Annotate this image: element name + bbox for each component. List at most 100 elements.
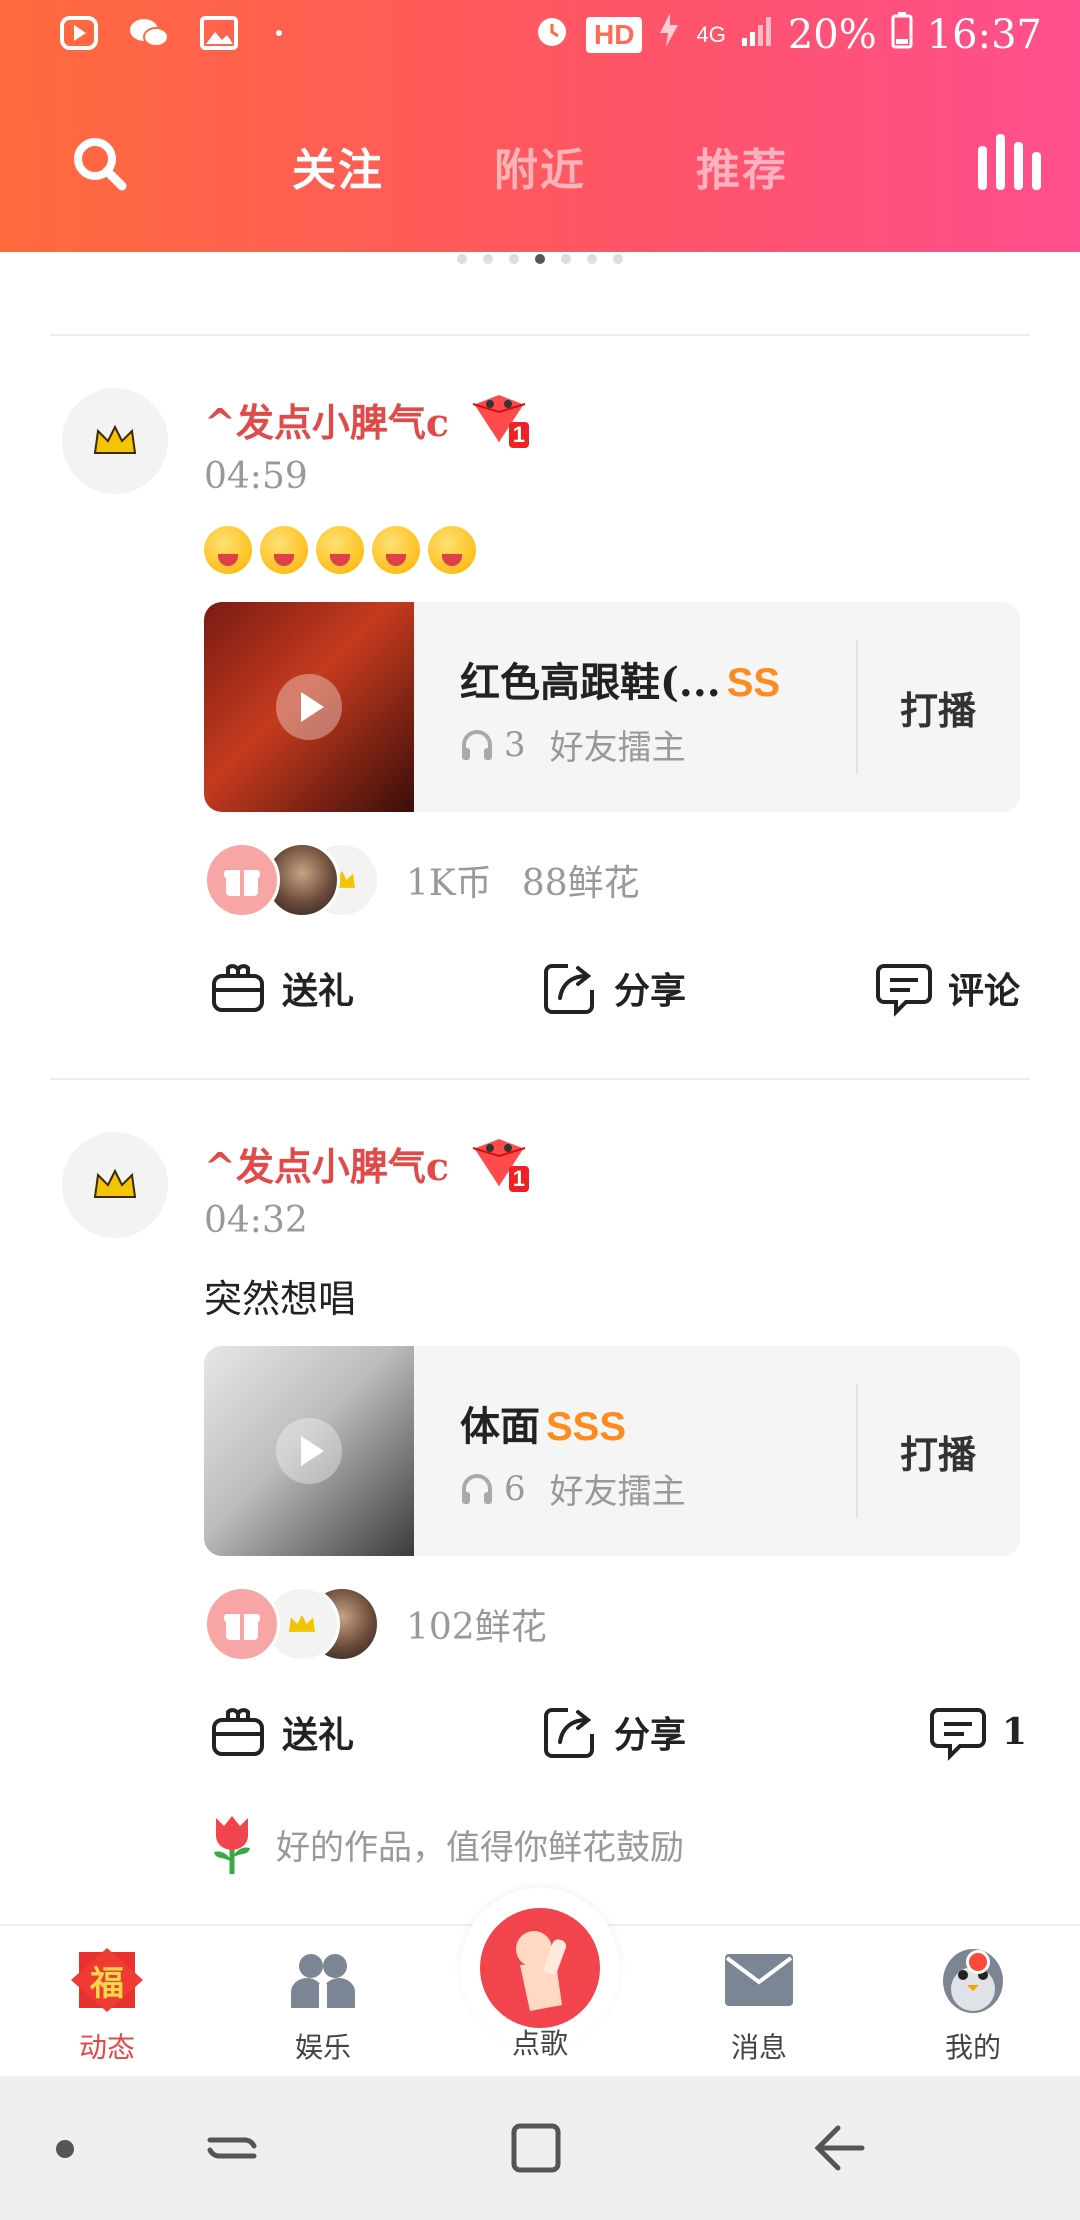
song-name: 红色高跟鞋(... xyxy=(460,659,721,706)
avatar[interactable] xyxy=(62,1132,168,1238)
username[interactable]: ^发点小脾气c xyxy=(204,1136,449,1191)
tab-recommended[interactable]: 推荐 xyxy=(696,134,788,198)
song-rank: SS xyxy=(726,661,781,705)
post-header: ^发点小脾气c 1 xyxy=(204,1134,533,1192)
song-meta: 3 好友擂主 xyxy=(460,720,686,769)
challenge-button[interactable]: 打播 xyxy=(900,1424,976,1479)
comment-button[interactable]: 评论 xyxy=(874,958,1020,1018)
page-dot xyxy=(483,254,493,264)
tab-feed[interactable]: 福 动态 xyxy=(32,1944,182,2066)
home-button[interactable] xyxy=(508,2120,564,2180)
comment-button[interactable]: 1 xyxy=(928,1702,1027,1762)
song-name: 体面 xyxy=(460,1403,540,1450)
search-icon[interactable] xyxy=(70,134,130,194)
level-number: 1 xyxy=(508,422,529,448)
recent-apps-button[interactable] xyxy=(204,2120,260,2180)
song-card[interactable]: 体面 SSS 6 好友擂主 打播 xyxy=(204,1346,1020,1556)
post-emoji-text xyxy=(204,526,476,574)
ranking-bars-icon[interactable] xyxy=(976,132,1044,192)
song-cover[interactable] xyxy=(204,602,414,812)
song-cover[interactable] xyxy=(204,1346,414,1556)
avatar[interactable] xyxy=(62,388,168,494)
hint-text: 好的作品，值得你鲜花鼓励 xyxy=(276,1827,684,1868)
top-nav: 关注 附近 推荐 xyxy=(0,110,1080,210)
status-indicators: HD 4G 20% 16:37 xyxy=(532,10,1042,60)
gift-avatars xyxy=(204,1586,384,1662)
tab-messages[interactable]: 消息 xyxy=(684,1944,834,2066)
fu-icon: 福 xyxy=(71,1944,143,2016)
app-header: HD 4G 20% 16:37 关注 附近 推荐 xyxy=(0,0,1080,252)
gift-avatars xyxy=(204,842,384,918)
wechat-icon xyxy=(128,14,170,52)
host-label: 好友擂主 xyxy=(549,728,686,768)
share-button[interactable]: 分享 xyxy=(540,1702,686,1762)
notification-icons xyxy=(58,14,282,52)
page-dot xyxy=(587,254,597,264)
mail-icon xyxy=(723,1944,795,2016)
share-icon xyxy=(544,964,594,1014)
notification-dot xyxy=(966,1950,990,1974)
gift-stats: 102鲜花 xyxy=(406,1598,547,1650)
hd-badge: HD xyxy=(586,17,643,53)
banner-page-indicator xyxy=(0,252,1080,270)
gift-summary[interactable]: 1K币 88鲜花 xyxy=(204,842,640,918)
crazy-face-emoji xyxy=(428,526,476,574)
post-actions: 送礼 分享 评论 xyxy=(204,958,1020,1028)
crazy-face-emoji xyxy=(372,526,420,574)
page-dot-active xyxy=(535,254,545,264)
fu-character: 福 xyxy=(90,1963,124,2004)
network-type: 4G xyxy=(696,22,726,47)
share-label: 分享 xyxy=(614,970,687,1012)
more-notifications-dot xyxy=(276,30,282,36)
crown-icon xyxy=(288,1614,316,1632)
signal-icon xyxy=(740,12,774,58)
system-navigation-bar xyxy=(0,2076,1080,2220)
gift-icon xyxy=(212,1708,264,1756)
gift-button[interactable]: 送礼 xyxy=(208,1702,354,1762)
crazy-face-emoji xyxy=(260,526,308,574)
tab-following[interactable]: 关注 xyxy=(292,134,384,198)
listen-count: 6 xyxy=(504,1468,526,1509)
gift-summary[interactable]: 102鲜花 xyxy=(204,1586,547,1662)
song-meta: 6 好友擂主 xyxy=(460,1464,686,1513)
flower-hint[interactable]: 好的作品，值得你鲜花鼓励 xyxy=(204,1812,684,1876)
status-bar: HD 4G 20% 16:37 xyxy=(0,0,1080,72)
assistant-dot-button[interactable] xyxy=(56,2140,74,2158)
post-header: ^发点小脾气c 1 xyxy=(204,390,533,448)
microphone-icon xyxy=(480,1908,600,2028)
gift-button[interactable]: 送礼 xyxy=(208,958,354,1018)
back-button[interactable] xyxy=(810,2120,866,2180)
username[interactable]: ^发点小脾气c xyxy=(204,392,449,447)
crazy-face-emoji xyxy=(204,526,252,574)
tab-profile[interactable]: 我的 xyxy=(898,1944,1048,2066)
headphones-icon xyxy=(462,1473,492,1504)
tab-label: 点歌 xyxy=(511,2027,568,2060)
page-dot xyxy=(509,254,519,264)
song-card[interactable]: 红色高跟鞋(... SS 3 好友擂主 打播 xyxy=(204,602,1020,812)
tab-label: 我的 xyxy=(944,2031,1001,2064)
gift-label: 送礼 xyxy=(282,1714,355,1756)
listen-count: 3 xyxy=(504,724,526,765)
share-button[interactable]: 分享 xyxy=(540,958,686,1018)
tab-nearby[interactable]: 附近 xyxy=(494,134,586,198)
top-tabs: 关注 附近 推荐 xyxy=(292,134,788,198)
comment-icon xyxy=(876,964,932,1017)
play-icon xyxy=(276,1418,342,1484)
gift-box-icon xyxy=(204,842,280,918)
clock: 16:37 xyxy=(926,12,1042,58)
page-dot xyxy=(561,254,571,264)
level-number: 1 xyxy=(508,1166,529,1192)
level-badge-icon: 1 xyxy=(465,1134,533,1192)
battery-icon xyxy=(891,11,913,59)
song-rank: SSS xyxy=(546,1405,627,1449)
post-text: 突然想唱 xyxy=(204,1277,357,1321)
tab-label: 动态 xyxy=(78,2031,135,2064)
post-time: 04:59 xyxy=(204,456,308,497)
gift-stats: 1K币 88鲜花 xyxy=(406,854,640,906)
flower-total: 88鲜花 xyxy=(521,863,640,904)
crown-icon xyxy=(93,1168,137,1198)
challenge-button[interactable]: 打播 xyxy=(900,680,976,735)
tab-entertainment[interactable]: 娱乐 xyxy=(248,1944,398,2066)
alarm-icon xyxy=(532,10,572,60)
gift-label: 送礼 xyxy=(282,970,355,1012)
